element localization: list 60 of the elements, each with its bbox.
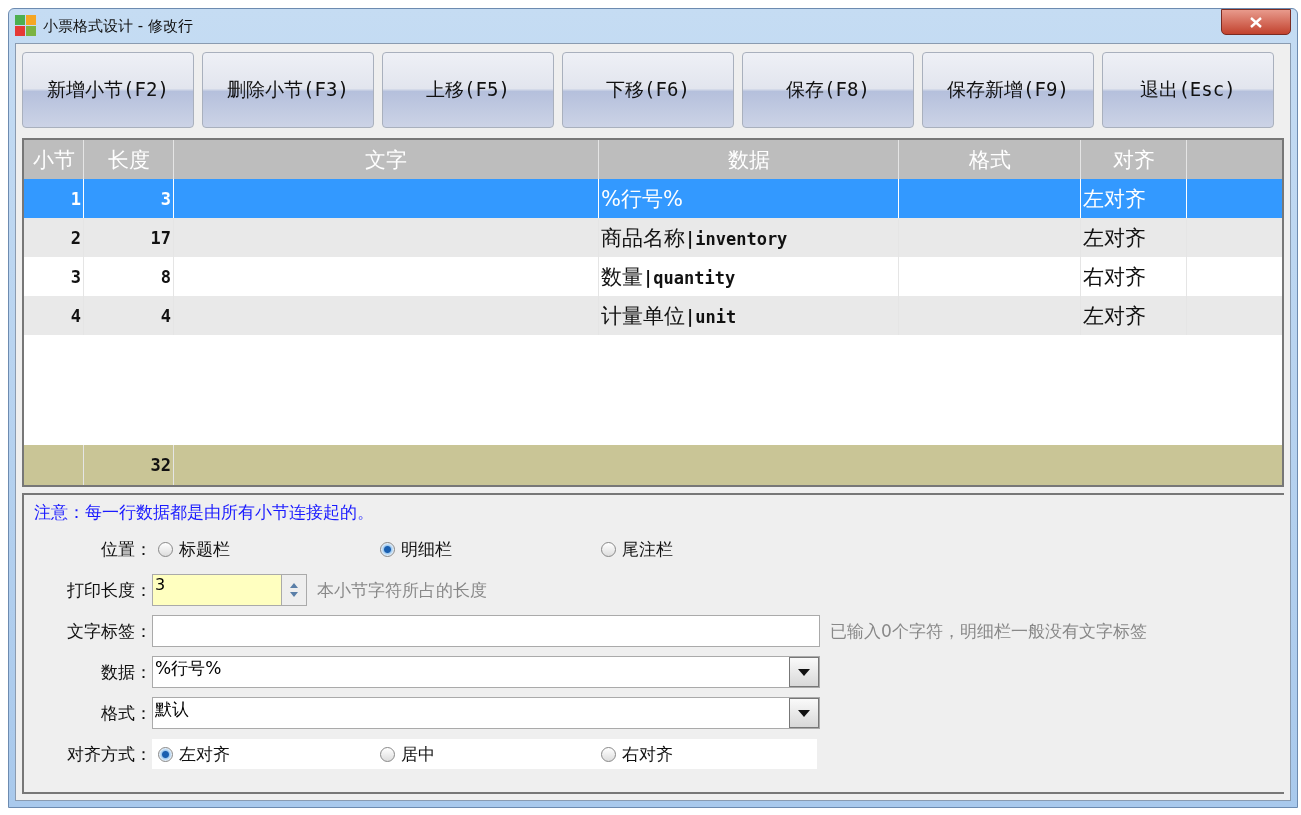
table-cell-text: 数量|quantity xyxy=(601,263,736,291)
hint-text: 本小节字符所占的长度 xyxy=(317,578,487,602)
dropdown-field[interactable]: %行号% xyxy=(152,656,820,688)
toolbar-button[interactable]: 保存新增(F9) xyxy=(922,52,1094,128)
field-label: 位置： xyxy=(100,537,152,561)
table-cell-text: 左对齐 xyxy=(1083,185,1146,213)
radio-label: 右对齐 xyxy=(622,742,674,766)
radio-button[interactable] xyxy=(601,541,617,557)
close-icon xyxy=(1250,16,1262,28)
table-row[interactable]: 2 17 商品名称|inventory 左对齐 xyxy=(24,218,1282,257)
dropdown-field[interactable]: 默认 xyxy=(152,697,820,729)
total-length: 32 xyxy=(150,455,171,475)
table-cell: 8 xyxy=(160,266,171,287)
radio-button[interactable] xyxy=(158,746,173,762)
table-cell: 1 xyxy=(70,188,81,209)
table-cell-text: 左对齐 xyxy=(1083,302,1146,330)
table-row[interactable]: 4 4 计量单位|unit 左对齐 xyxy=(24,296,1282,335)
radio-button[interactable] xyxy=(379,746,395,762)
table-cell-text: 商品名称|inventory xyxy=(601,224,788,252)
table-cell: 4 xyxy=(70,305,81,326)
length-spinner[interactable]: 3 xyxy=(152,574,307,606)
radio-button[interactable] xyxy=(379,541,395,557)
field-label: 文字标签： xyxy=(66,619,152,643)
toolbar-button[interactable]: 删除小节(F3) xyxy=(202,52,374,128)
toolbar-button[interactable]: 上移(F5) xyxy=(382,52,554,128)
dropdown-button[interactable] xyxy=(789,657,819,687)
field-label: 对齐方式： xyxy=(66,742,152,766)
table-cell: 2 xyxy=(70,227,81,248)
dropdown-button[interactable] xyxy=(789,698,819,728)
table-cell: 4 xyxy=(160,305,171,326)
table-cell-text: 右对齐 xyxy=(1083,263,1146,291)
field-label: 数据： xyxy=(100,660,152,684)
field-label: 格式： xyxy=(100,701,152,725)
table-cell: 3 xyxy=(70,266,81,287)
table-cell-text: 左对齐 xyxy=(1083,224,1146,252)
input-field[interactable] xyxy=(152,615,820,647)
app-icon xyxy=(15,15,37,37)
table-cell-text: %行号% xyxy=(601,185,683,213)
toolbar-button[interactable]: 退出(Esc) xyxy=(1102,52,1274,128)
radio-button[interactable] xyxy=(601,746,617,762)
close-button[interactable] xyxy=(1221,9,1291,35)
toolbar-button[interactable]: 保存(F8) xyxy=(742,52,914,128)
radio-label: 明细栏 xyxy=(400,537,452,561)
radio-label: 居中 xyxy=(400,742,435,766)
radio-button[interactable] xyxy=(158,541,173,557)
table-cell: 17 xyxy=(150,227,171,248)
toolbar-button[interactable]: 新增小节(F2) xyxy=(22,52,194,128)
spin-arrows-icon xyxy=(289,581,299,599)
radio-label: 左对齐 xyxy=(179,742,230,766)
toolbar-button[interactable]: 下移(F6) xyxy=(562,52,734,128)
field-label: 打印长度： xyxy=(66,578,152,602)
radio-label: 标题栏 xyxy=(179,537,230,561)
hint-text: 已输入0个字符，明细栏一般没有文字标签 xyxy=(830,619,1147,643)
radio-label: 尾注栏 xyxy=(622,537,674,561)
caret-icon xyxy=(798,668,810,676)
table-cell-text: 计量单位|unit xyxy=(601,302,737,330)
table-cell: 3 xyxy=(160,188,171,209)
note-text: 注意：每一行数据都是由所有小节连接起的。 xyxy=(34,501,375,524)
caret-icon xyxy=(798,709,810,717)
window-title: 小票格式设计 - 修改行 xyxy=(43,16,193,36)
